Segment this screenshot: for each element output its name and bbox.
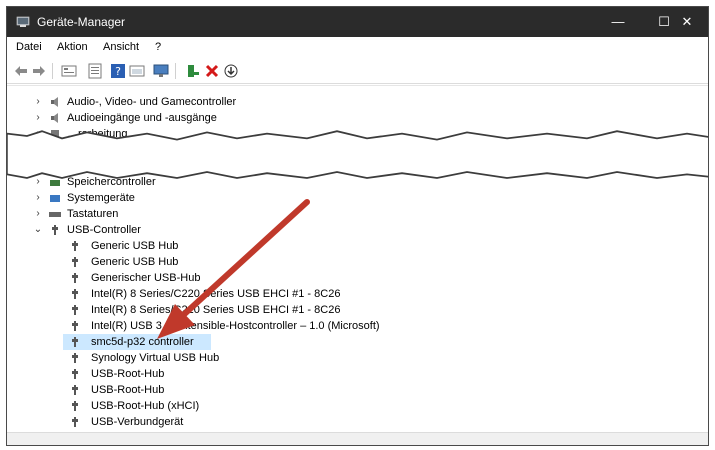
usb-plug-icon (72, 369, 78, 379)
usb-plug-icon (72, 305, 78, 315)
chevron-right-icon[interactable]: › (33, 190, 43, 206)
tree-item-label: USB-Controller (67, 224, 141, 236)
tree-item-label: Systemgeräte (67, 192, 135, 204)
usb-device-item[interactable]: USB-Verbundgerät (63, 414, 683, 430)
usb-plug-icon (72, 257, 78, 267)
usb-plug-icon (72, 289, 78, 299)
device-manager-window: Geräte-Manager — ☐ ✕ Datei Aktion Ansich… (6, 6, 709, 446)
speaker-icon (51, 113, 58, 123)
folder-icon (50, 195, 60, 202)
update-driver-icon[interactable] (185, 63, 201, 79)
usb-device-label: Intel(R) 8 Series/C220 Series USB EHCI #… (91, 304, 341, 316)
close-button[interactable]: ✕ (664, 7, 708, 37)
usb-plug-icon (72, 385, 78, 395)
usb-device-label: Generic USB Hub (91, 256, 179, 268)
usb-device-label: USB-Root-Hub (91, 384, 165, 396)
usb-plug-icon (72, 321, 78, 331)
usb-device-label: Intel(R) USB 3.0 eXtensible-Hostcontroll… (91, 320, 380, 332)
minimize-button[interactable]: — (595, 7, 641, 37)
properties-view-icon[interactable] (61, 63, 77, 79)
uninstall-x-icon[interactable] (204, 63, 220, 79)
usb-device-item[interactable]: Synology Virtual USB Hub (63, 350, 683, 366)
usb-device-item[interactable]: USB-Root-Hub (63, 366, 683, 382)
menu-aktion[interactable]: Aktion (57, 41, 88, 53)
svg-text:?: ? (115, 65, 121, 78)
usb-device-item[interactable]: Generic USB Hub (63, 238, 683, 254)
scan-hardware-icon[interactable] (223, 63, 239, 79)
tree-item-label: Audio-, Video- und Gamecontroller (67, 96, 237, 108)
toolbar: ? (7, 59, 708, 84)
title-bar[interactable]: Geräte-Manager — ☐ ✕ (7, 7, 708, 37)
usb-plug-icon (72, 241, 78, 251)
usb-plug-icon (72, 401, 78, 411)
usb-plug-icon (72, 417, 78, 427)
tree-item-audio-video[interactable]: › Audio-, Video- und Gamecontroller (7, 94, 707, 110)
device-manager-icon (16, 16, 30, 27)
chevron-down-icon[interactable]: ⌄ (33, 222, 43, 238)
usb-plug-icon (72, 273, 78, 283)
tree-item-usb-controllers[interactable]: ⌄ USB-Controller (7, 222, 707, 238)
menu-ansicht[interactable]: Ansicht (103, 41, 139, 53)
tree-item-system-devices[interactable]: › Systemgeräte (7, 190, 707, 206)
usb-device-label: Synology Virtual USB Hub (91, 352, 220, 364)
usb-device-label: Generischer USB-Hub (91, 272, 201, 284)
usb-device-label: smc5d-p32 controller (91, 336, 194, 348)
torn-edge-graphic (7, 130, 708, 179)
menu-datei[interactable]: Datei (16, 41, 42, 53)
menu-help[interactable]: ? (155, 41, 161, 53)
device-tree: › Audio-, Video- und Gamecontroller › Au… (7, 85, 708, 436)
usb-device-item[interactable]: USB-Root-Hub (xHCI) (63, 398, 683, 414)
usb-device-item[interactable]: smc5d-p32 controller (63, 334, 211, 350)
window-title: Geräte-Manager (37, 15, 126, 29)
menu-bar: Datei Aktion Ansicht ? (7, 38, 708, 58)
usb-device-item[interactable]: Intel(R) USB 3.0 eXtensible-Hostcontroll… (63, 318, 683, 334)
usb-device-label: Intel(R) 8 Series/C220 Series USB EHCI #… (91, 288, 341, 300)
usb-icon (52, 225, 58, 235)
usb-device-item[interactable]: Intel(R) 8 Series/C220 Series USB EHCI #… (63, 302, 683, 318)
help-icon[interactable]: ? (110, 63, 126, 79)
details-view-icon[interactable] (129, 63, 145, 79)
chevron-right-icon[interactable]: › (33, 206, 43, 222)
speaker-icon (51, 97, 58, 107)
usb-plug-icon (72, 353, 78, 363)
usb-device-label: USB-Root-Hub (91, 368, 165, 380)
back-arrow-icon[interactable] (13, 63, 29, 79)
usb-device-item[interactable]: USB-Root-Hub (63, 382, 683, 398)
monitor-icon[interactable] (153, 63, 169, 79)
list-view-icon[interactable] (87, 63, 103, 79)
usb-plug-icon (72, 337, 78, 347)
usb-device-item[interactable]: Intel(R) 8 Series/C220 Series USB EHCI #… (63, 286, 683, 302)
forward-arrow-icon[interactable] (31, 63, 47, 79)
usb-device-label: USB-Verbundgerät (91, 416, 184, 428)
chevron-right-icon[interactable]: › (33, 94, 43, 110)
usb-device-item[interactable]: Generischer USB-Hub (63, 270, 683, 286)
usb-device-item[interactable]: Generic USB Hub (63, 254, 683, 270)
tree-item-keyboards[interactable]: › Tastaturen (7, 206, 707, 222)
status-bar (7, 432, 708, 445)
usb-device-label: Generic USB Hub (91, 240, 179, 252)
tree-item-label: Tastaturen (67, 208, 119, 220)
keyboard-icon (49, 212, 61, 217)
usb-device-label: USB-Root-Hub (xHCI) (91, 400, 200, 412)
